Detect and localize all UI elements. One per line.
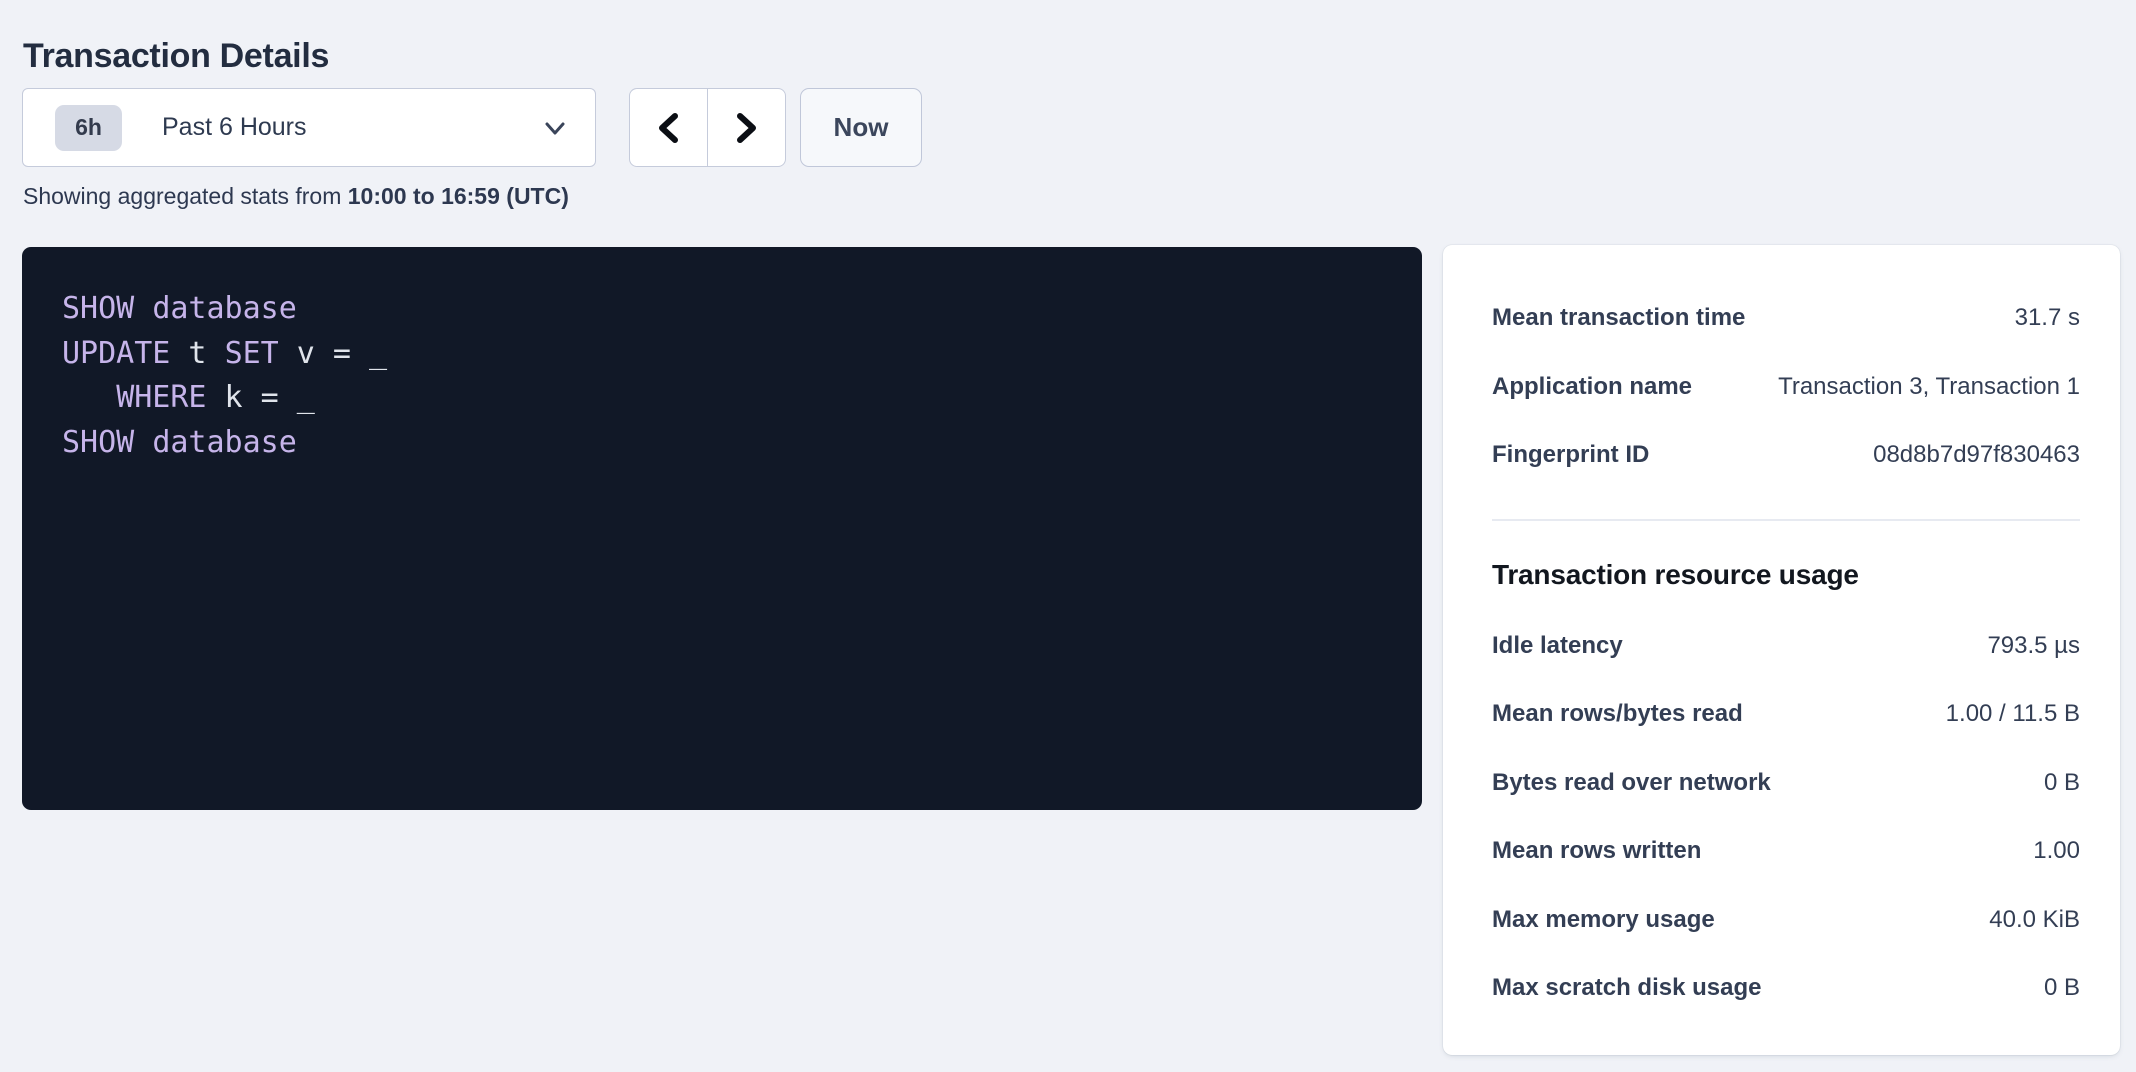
chevron-down-icon [541,114,569,142]
summary-row-value: 08d8b7d97f830463 [1873,441,2080,469]
summary-row-label: Application name [1492,373,1692,401]
summary-row: Mean rows/bytes read 1.00 / 11.5 B [1492,680,2080,749]
summary-row: Max scratch disk usage 0 B [1492,954,2080,1023]
sql-line: UPDATE t SET v = _ [62,332,1382,377]
summary-row-label: Mean rows written [1492,837,1701,865]
next-time-range-button[interactable] [707,88,786,167]
summary-top-rows: Mean transaction time 31.7 s Application n… [1492,284,2080,490]
chevron-right-icon [729,108,763,148]
sql-plain-token [134,291,152,326]
summary-row-value: 1.00 / 11.5 B [1946,700,2080,728]
summary-row-label: Bytes read over network [1492,769,1771,797]
summary-row-label: Fingerprint ID [1492,441,1649,469]
summary-row-label: Mean transaction time [1492,304,1745,332]
chevron-left-icon [652,108,686,148]
summary-row: Bytes read over network 0 B [1492,749,2080,818]
time-range-badge: 6h [55,105,122,151]
sql-line: SHOW database [62,421,1382,466]
summary-row: Idle latency 793.5 µs [1492,612,2080,681]
sql-plain-token: v = _ [279,336,387,371]
summary-row-label: Max scratch disk usage [1492,974,1761,1002]
resource-usage-heading: Transaction resource usage [1492,559,2080,591]
stats-caption-range: 10:00 to 16:59 (UTC) [348,183,569,209]
summary-row-value: 793.5 µs [1987,632,2080,660]
summary-row: Application name Transaction 3, Transacti… [1492,353,2080,422]
summary-row: Fingerprint ID 08d8b7d97f830463 [1492,421,2080,490]
summary-row-value: 0 B [2044,974,2080,1002]
sql-keyword-token: UPDATE [62,336,170,371]
sql-statement-box: SHOW databaseUPDATE t SET v = _ WHERE k … [22,247,1422,810]
transaction-summary-card: Mean transaction time 31.7 s Application n… [1443,245,2120,1055]
resource-usage-rows: Idle latency 793.5 µs Mean rows/bytes read… [1492,612,2080,1023]
sql-keyword-token: database [152,425,297,460]
summary-row-label: Mean rows/bytes read [1492,700,1743,728]
sql-keyword-token: SHOW [62,425,134,460]
summary-row-value: 1.00 [2033,837,2080,865]
time-step-buttons [629,88,786,167]
page-title: Transaction Details [23,37,329,76]
sql-plain-token: t [170,336,224,371]
sql-keyword-token: WHERE [116,380,206,415]
summary-row-value: 0 B [2044,769,2080,797]
card-divider [1492,519,2080,521]
sql-plain-token [134,425,152,460]
sql-keyword-token: database [152,291,297,326]
summary-row-value: 31.7 s [2015,304,2080,332]
now-button[interactable]: Now [800,88,922,167]
summary-row-label: Idle latency [1492,632,1623,660]
summary-row-label: Max memory usage [1492,906,1715,934]
sql-keyword-token: SET [225,336,279,371]
sql-plain-token: k = _ [207,380,315,415]
sql-line: WHERE k = _ [62,376,1382,421]
time-range-dropdown[interactable]: 6h Past 6 Hours [22,88,596,167]
sql-line: SHOW database [62,287,1382,332]
summary-row: Max memory usage 40.0 KiB [1492,886,2080,955]
previous-time-range-button[interactable] [629,88,708,167]
summary-row-value: Transaction 3, Transaction 1 [1778,373,2080,401]
transaction-details-page: Transaction Details 6h Past 6 Hours Now … [0,0,2136,1072]
sql-plain-token [62,380,116,415]
summary-row-value: 40.0 KiB [1989,906,2080,934]
time-range-label: Past 6 Hours [162,113,307,142]
sql-keyword-token: SHOW [62,291,134,326]
summary-row: Mean rows written 1.00 [1492,817,2080,886]
aggregated-stats-caption: Showing aggregated stats from 10:00 to 1… [23,183,569,210]
summary-row: Mean transaction time 31.7 s [1492,284,2080,353]
stats-caption-prefix: Showing aggregated stats from [23,183,341,209]
